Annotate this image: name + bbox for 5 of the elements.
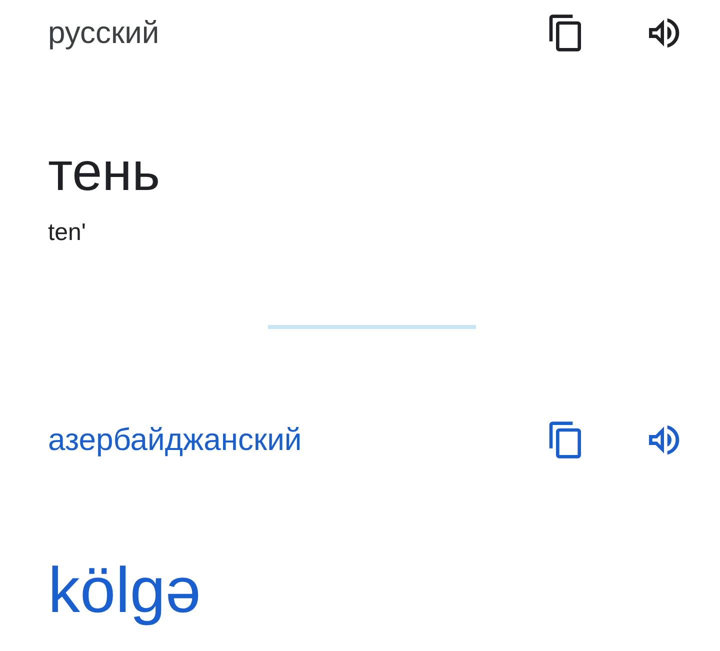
source-language: русский <box>48 15 160 51</box>
translated-text: kölgə <box>48 553 202 628</box>
source-text: тень <box>48 141 162 203</box>
target-language: азербайджанский <box>48 422 302 458</box>
transliteration: ten' <box>48 219 87 247</box>
